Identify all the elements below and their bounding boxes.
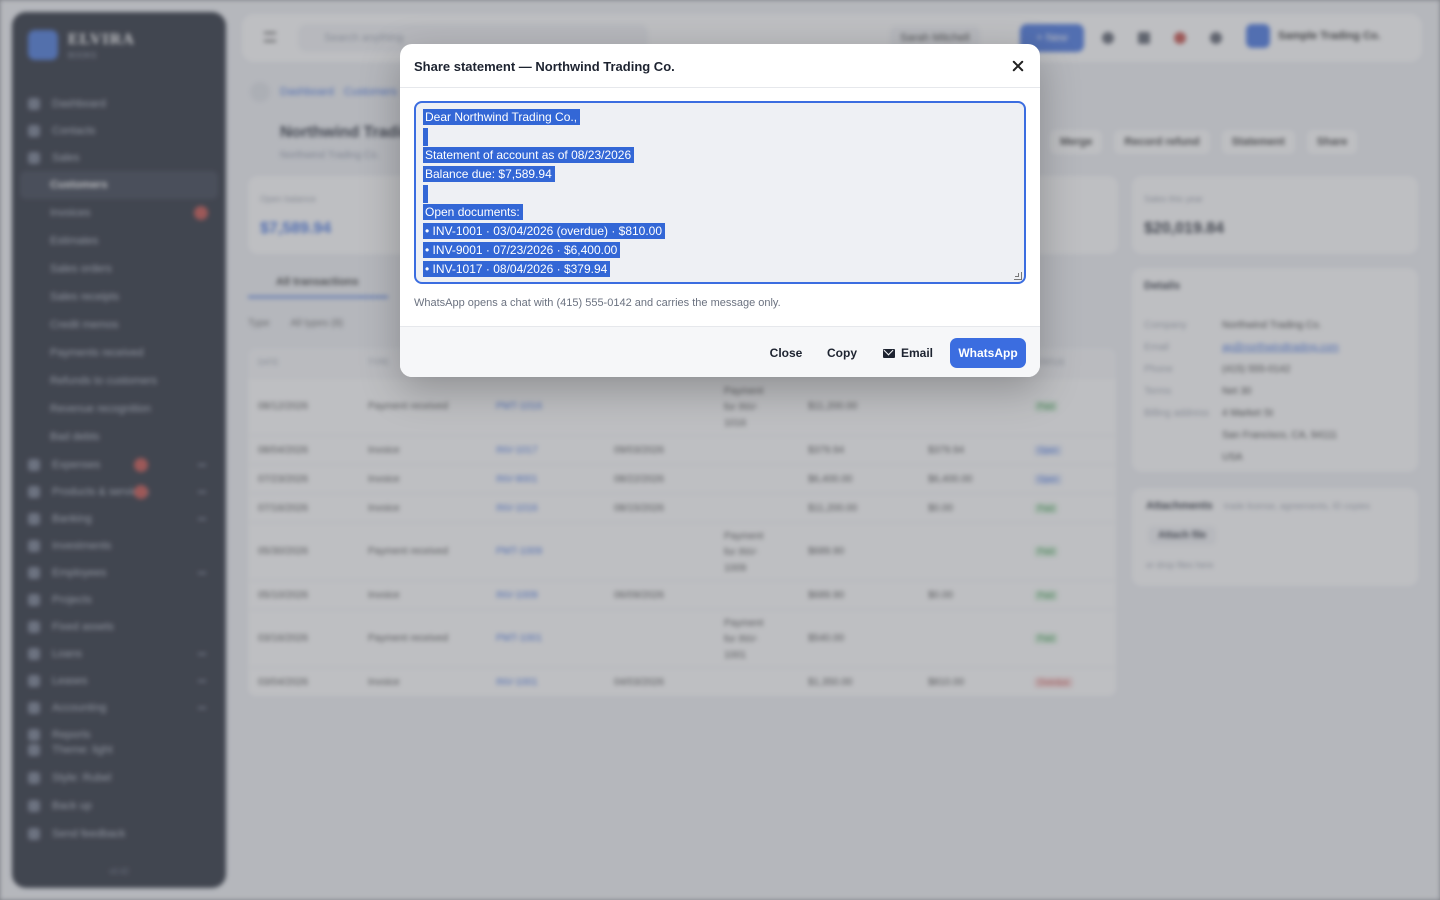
message-line: Balance due: $7,589.94 (423, 166, 1017, 185)
message-line-text (423, 128, 428, 146)
message-line: Open documents: (423, 204, 1017, 223)
message-line: • INV-1001 · 03/04/2026 (overdue) · $810… (423, 223, 1017, 242)
message-line-text: Statement of account as of 08/23/2026 (423, 147, 635, 163)
dialog-header: Share statement — Northwind Trading Co. (400, 44, 1040, 88)
share-statement-dialog: Share statement — Northwind Trading Co. … (400, 44, 1040, 377)
message-text: Dear Northwind Trading Co., Statement of … (423, 109, 1017, 280)
close-icon[interactable] (1008, 56, 1028, 76)
email-button-label: Email (900, 346, 933, 360)
message-line-text (423, 185, 428, 203)
message-line: • INV-9001 · 07/23/2026 · $6,400.00 (423, 242, 1017, 261)
copy-button[interactable]: Copy (820, 338, 864, 368)
message-line-text: Open documents: (423, 204, 523, 220)
message-line-text: • INV-1001 · 03/04/2026 (overdue) · $810… (423, 223, 666, 239)
message-line: Dear Northwind Trading Co., (423, 109, 1017, 128)
whatsapp-button[interactable]: WhatsApp (950, 338, 1026, 368)
envelope-icon (882, 349, 895, 358)
message-line: • INV-1017 · 08/04/2026 · $379.94 (423, 261, 1017, 280)
message-line-text: • INV-1017 · 08/04/2026 · $379.94 (423, 261, 611, 277)
message-line-text: Balance due: $7,589.94 (423, 166, 555, 182)
message-line-text: Dear Northwind Trading Co., (423, 109, 581, 125)
message-textarea[interactable]: Dear Northwind Trading Co., Statement of … (414, 101, 1026, 284)
dialog-title: Share statement — Northwind Trading Co. (414, 59, 675, 74)
email-button[interactable]: Email (878, 338, 938, 368)
whatsapp-hint: WhatsApp opens a chat with (415) 555-014… (414, 297, 781, 309)
message-line: Statement of account as of 08/23/2026 (423, 147, 1017, 166)
resize-handle-icon[interactable] (1014, 272, 1022, 280)
dialog-footer: Close Copy Email WhatsApp (400, 326, 1040, 377)
message-line-text: • INV-9001 · 07/23/2026 · $6,400.00 (423, 242, 621, 258)
message-line (423, 128, 1017, 147)
close-button[interactable]: Close (762, 338, 810, 368)
message-line (423, 185, 1017, 204)
